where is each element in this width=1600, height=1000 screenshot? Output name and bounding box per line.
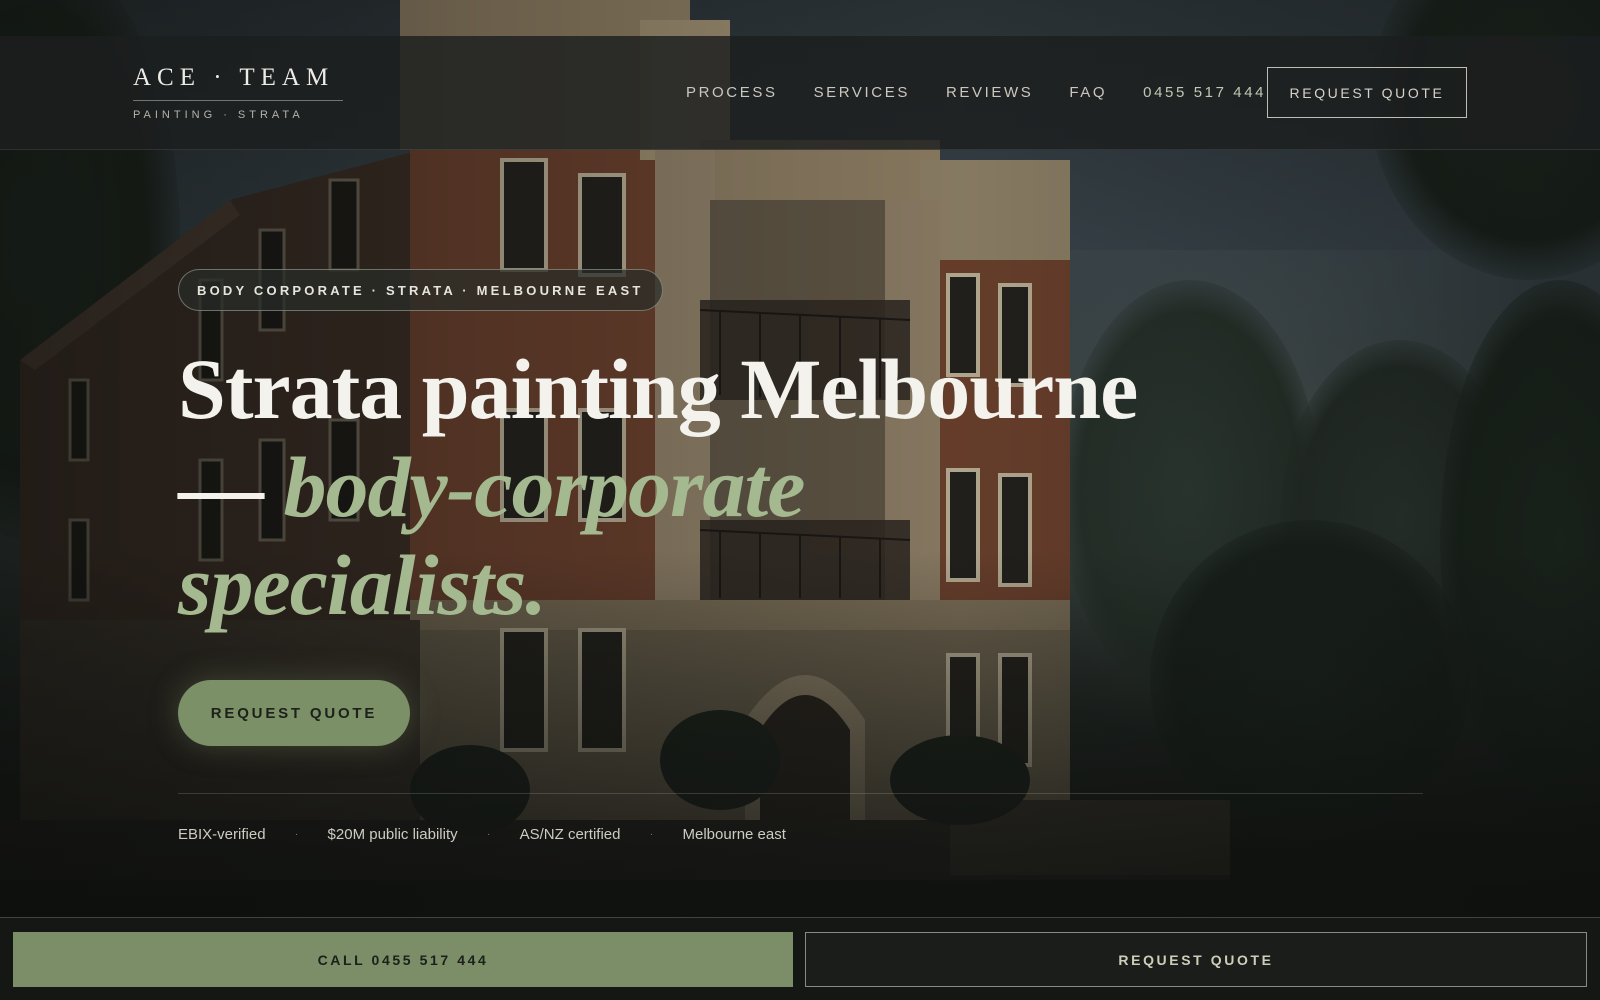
headline-line-1: Strata painting Melbourne — [178, 341, 1138, 437]
main-nav: PROCESS SERVICES REVIEWS FAQ 0455 517 44… — [686, 84, 1302, 101]
badge-separator: · — [294, 829, 299, 840]
logo-divider — [133, 100, 343, 101]
logo-title: ACE · TEAM — [133, 64, 335, 91]
headline-accent-2: specialists. — [178, 537, 547, 633]
site-header: ACE · TEAM PAINTING · STRATA PROCESS SER… — [0, 36, 1600, 150]
nav-item-faq[interactable]: FAQ — [1069, 84, 1107, 101]
headline-accent-1: body-corporate — [283, 439, 806, 535]
nav-item-reviews[interactable]: REVIEWS — [946, 84, 1033, 101]
badge-separator: · — [649, 829, 654, 840]
sticky-bottom-bar: CALL 0455 517 444 REQUEST QUOTE — [0, 917, 1600, 1000]
logo[interactable]: ACE · TEAM PAINTING · STRATA — [133, 64, 343, 121]
badge-certified: AS/NZ certified — [519, 826, 621, 843]
call-phone-button[interactable]: CALL 0455 517 444 — [13, 932, 793, 987]
badge-ebix: EBIX-verified — [178, 826, 266, 843]
nav-item-process[interactable]: PROCESS — [686, 84, 778, 101]
nav-item-services[interactable]: SERVICES — [814, 84, 910, 101]
headline-line-2: — body-corporate — [178, 438, 1178, 536]
badge-location: Melbourne east — [682, 826, 786, 843]
headline-dash: — — [178, 439, 284, 535]
hero-tag-pill: BODY CORPORATE · STRATA · MELBOURNE EAST — [178, 269, 663, 311]
bottom-request-quote-button[interactable]: REQUEST QUOTE — [805, 932, 1587, 987]
trust-badges: EBIX-verified · $20M public liability · … — [178, 826, 786, 843]
hero-headline: Strata painting Melbourne — body-corpora… — [178, 340, 1178, 634]
header-request-quote-button[interactable]: REQUEST QUOTE — [1267, 67, 1467, 118]
logo-subtitle: PAINTING · STRATA — [133, 109, 304, 121]
nav-phone-link[interactable]: 0455 517 444 — [1143, 84, 1266, 101]
hero-request-quote-button[interactable]: REQUEST QUOTE — [178, 680, 410, 746]
badge-liability: $20M public liability — [327, 826, 458, 843]
hero-divider — [178, 793, 1423, 794]
badge-separator: · — [486, 829, 491, 840]
